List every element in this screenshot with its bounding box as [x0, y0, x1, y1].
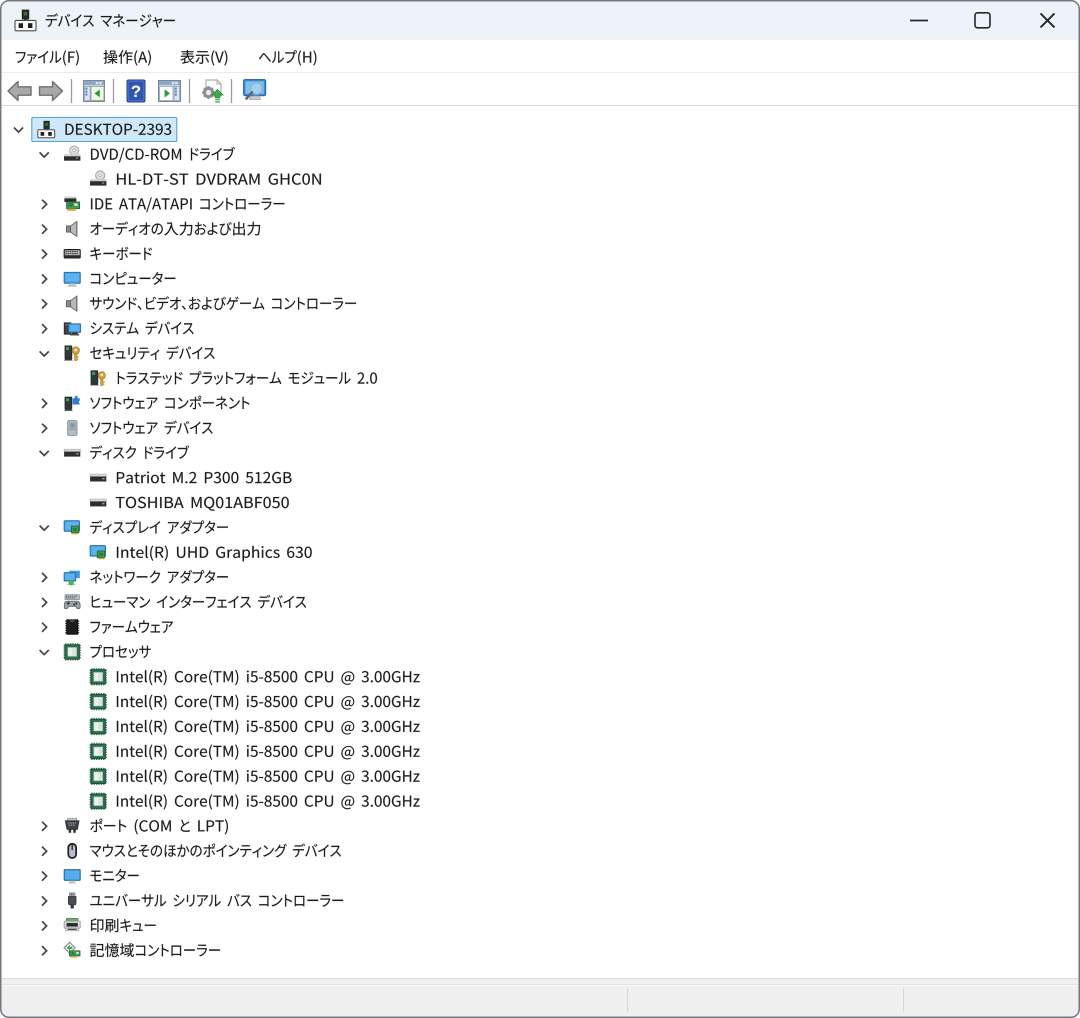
svg-text:?: ? [131, 82, 141, 101]
